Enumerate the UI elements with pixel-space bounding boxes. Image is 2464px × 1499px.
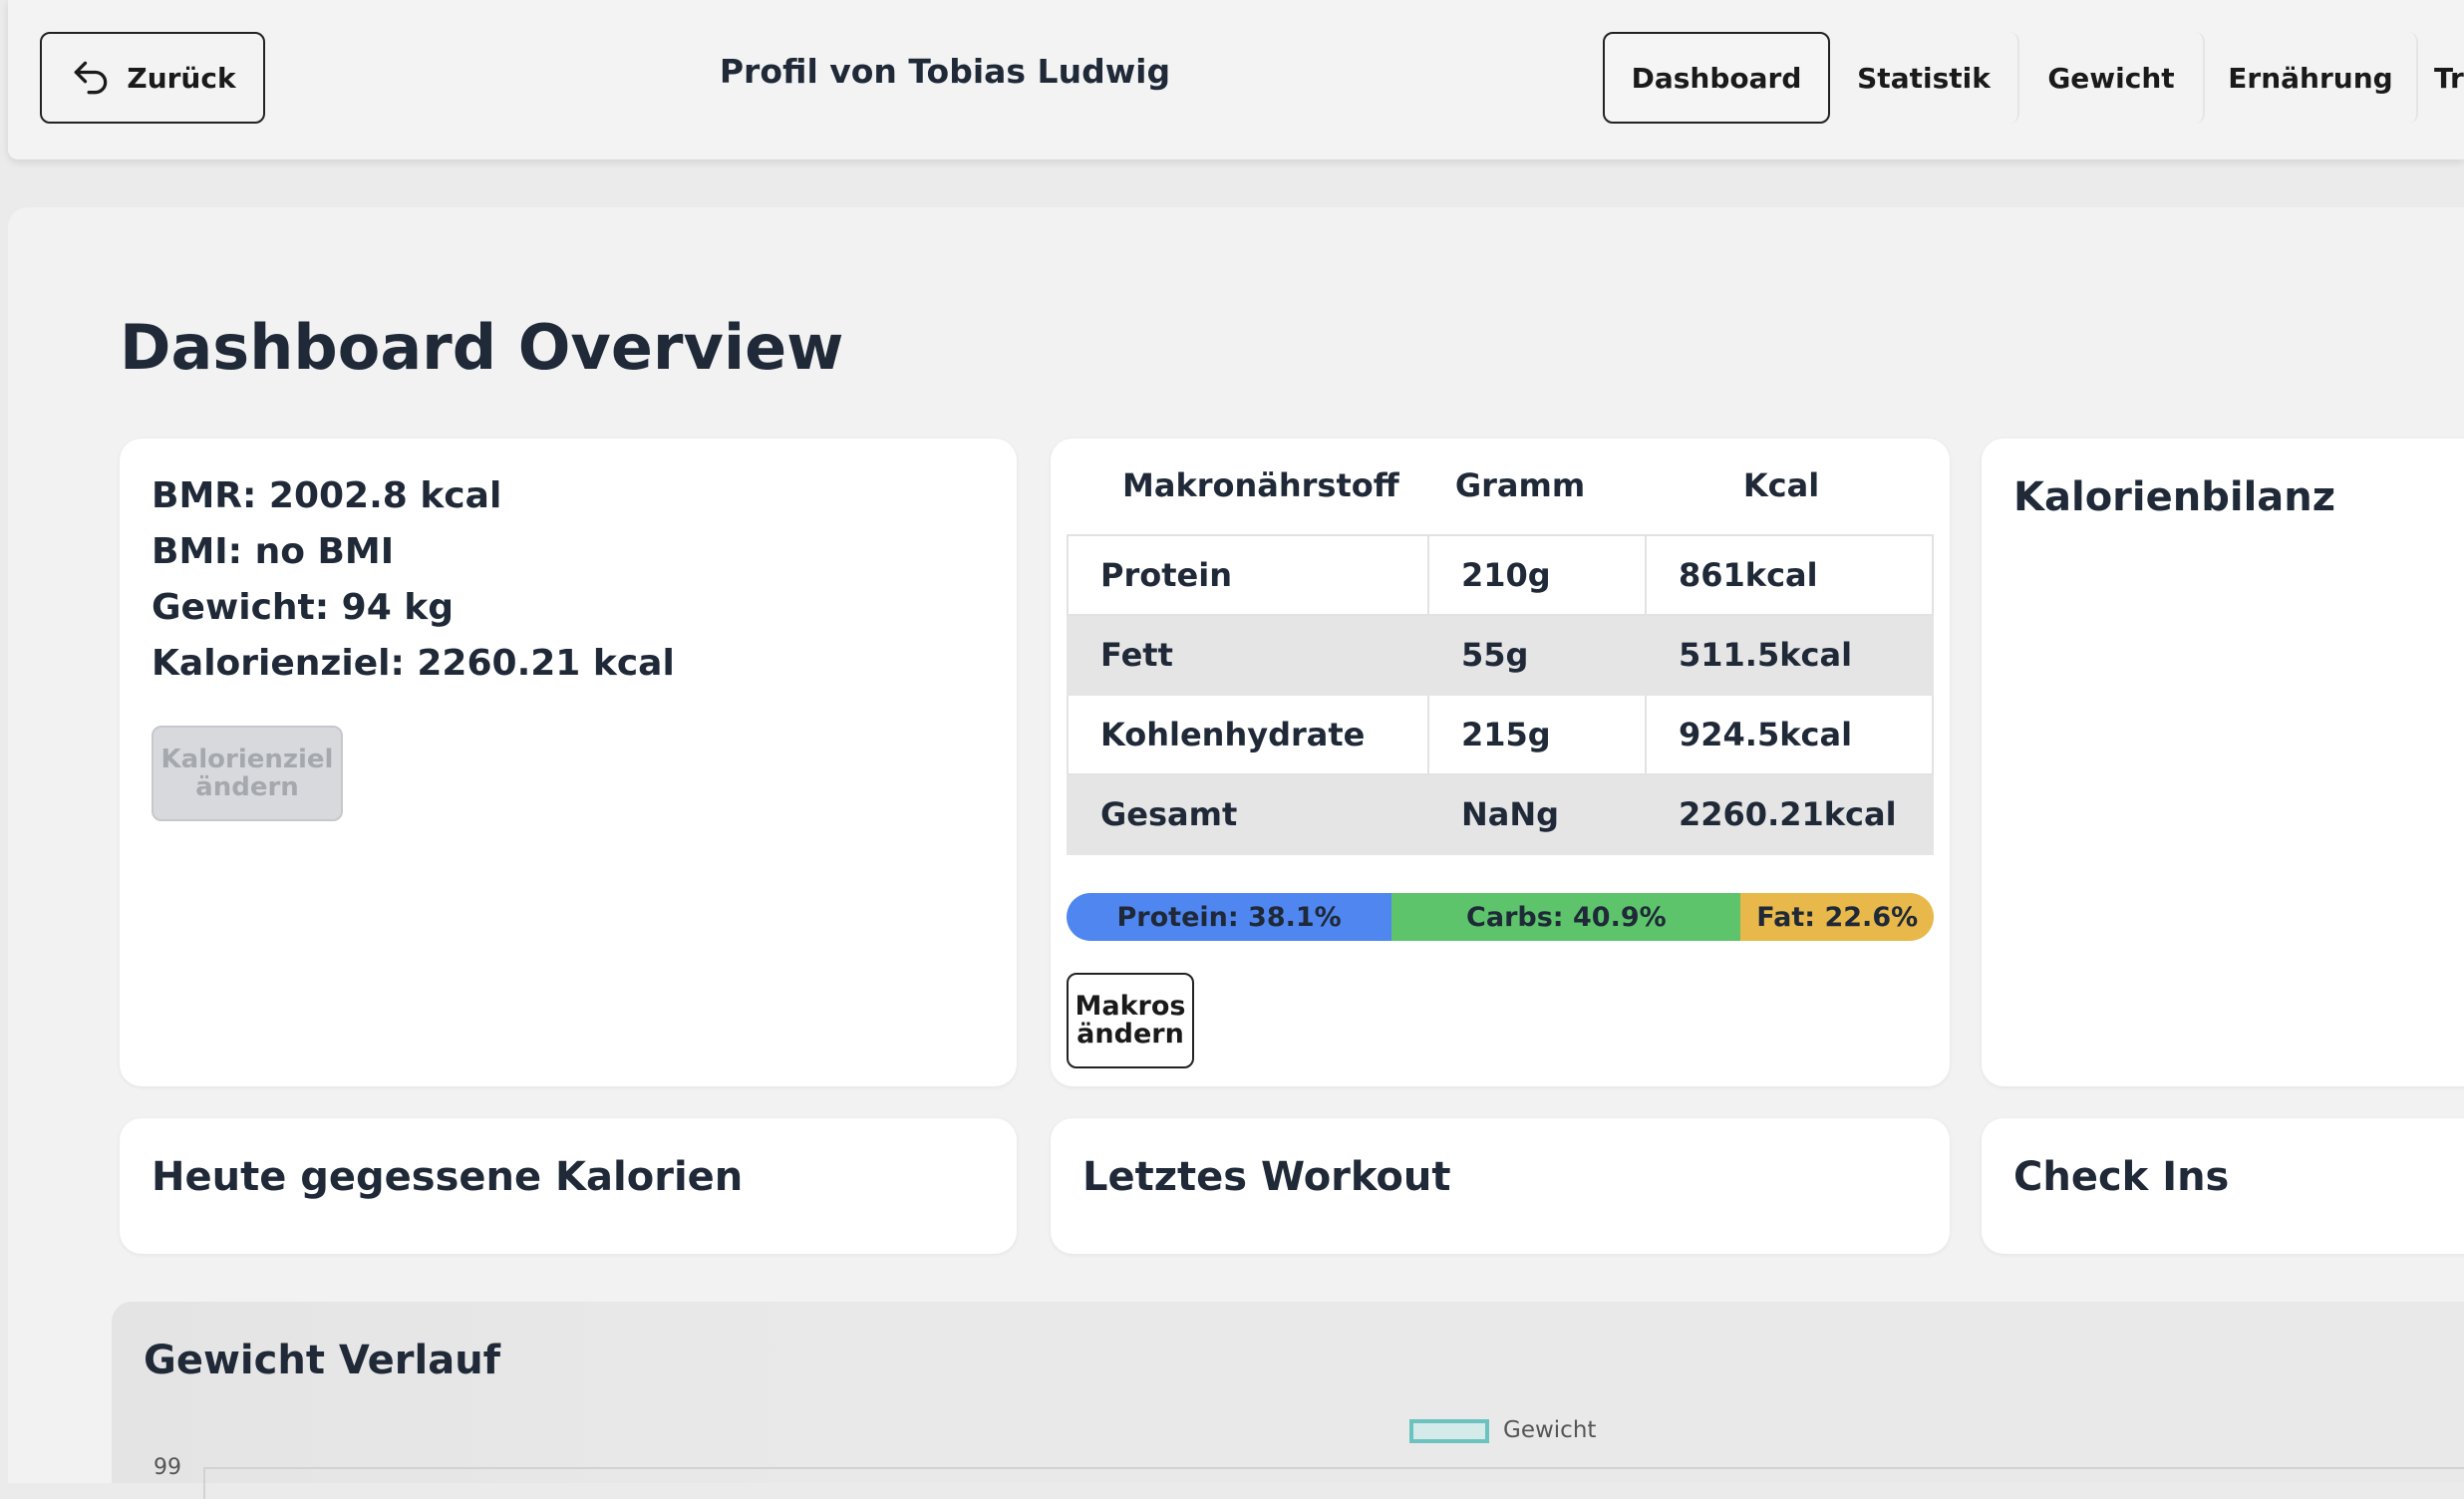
last-workout-card[interactable]: Letztes Workout bbox=[1051, 1118, 1950, 1254]
y-gridline bbox=[203, 1467, 2464, 1469]
macro-name-cell: Kohlenhydrate bbox=[1067, 694, 1429, 775]
tab-gewicht[interactable]: Gewicht bbox=[2019, 32, 2205, 124]
change-calorie-goal-label-2: ändern bbox=[195, 772, 299, 802]
macro-gramm-cell: 210g bbox=[1427, 534, 1647, 616]
check-ins-title: Check Ins bbox=[2013, 1154, 2230, 1200]
back-arrow-icon bbox=[75, 61, 108, 95]
table-row: Fett 55g 511.5kcal bbox=[1067, 614, 1934, 696]
carbs-segment: Carbs: 40.9% bbox=[1391, 893, 1741, 941]
fat-segment: Fat: 22.6% bbox=[1740, 893, 1934, 941]
today-calories-title: Heute gegessene Kalorien bbox=[152, 1154, 744, 1200]
page-title: Dashboard Overview bbox=[120, 311, 844, 384]
weight-chart-title: Gewicht Verlauf bbox=[144, 1338, 501, 1383]
change-macros-label-1: Makros bbox=[1075, 991, 1186, 1022]
stats-card: BMR: 2002.8 kcal BMI: no BMI Gewicht: 94… bbox=[120, 439, 1017, 1086]
tab-ernaehrung[interactable]: Ernährung bbox=[2205, 32, 2418, 124]
macro-card: Makronährstoff Gramm Kcal Protein 210g 8… bbox=[1051, 439, 1950, 1086]
change-calorie-goal-button[interactable]: Kalorienziel ändern bbox=[152, 726, 343, 821]
macro-gramm-cell: NaNg bbox=[1427, 773, 1647, 855]
profile-title: Profil von Tobias Ludwig bbox=[719, 52, 1171, 91]
table-row: Gesamt NaNg 2260.21kcal bbox=[1067, 773, 1934, 855]
change-calorie-goal-label-1: Kalorienziel bbox=[160, 745, 334, 774]
check-ins-card[interactable]: Check Ins bbox=[1982, 1118, 2464, 1254]
macro-name-cell: Gesamt bbox=[1067, 773, 1429, 855]
macro-name-cell: Protein bbox=[1067, 534, 1429, 616]
macro-kcal-cell: 924.5kcal bbox=[1645, 694, 1934, 775]
calorie-balance-card: Kalorienbilanz bbox=[1982, 439, 2464, 1086]
macro-kcal-cell: 861kcal bbox=[1645, 534, 1934, 616]
macro-header-gramm: Gramm bbox=[1454, 466, 1586, 504]
protein-segment: Protein: 38.1% bbox=[1067, 893, 1392, 941]
bmi-value: BMI: no BMI bbox=[152, 531, 395, 572]
y-tick-label: 99 bbox=[154, 1455, 181, 1480]
table-row: Protein 210g 861kcal bbox=[1067, 534, 1934, 616]
calorie-balance-title: Kalorienbilanz bbox=[2013, 474, 2336, 520]
last-workout-title: Letztes Workout bbox=[1082, 1154, 1451, 1200]
tab-statistik[interactable]: Statistik bbox=[1830, 32, 2019, 124]
today-calories-card[interactable]: Heute gegessene Kalorien bbox=[120, 1118, 1017, 1254]
macro-gramm-cell: 55g bbox=[1427, 614, 1647, 696]
macro-gramm-cell: 215g bbox=[1427, 694, 1647, 775]
calorie-goal-value: Kalorienziel: 2260.21 kcal bbox=[152, 643, 675, 684]
macro-distribution-bar: Protein: 38.1% Carbs: 40.9% Fat: 22.6% bbox=[1067, 893, 1934, 941]
legend-swatch[interactable] bbox=[1409, 1419, 1489, 1443]
tab-dashboard[interactable]: Dashboard bbox=[1603, 32, 1830, 124]
macro-header-kcal: Kcal bbox=[1742, 466, 1820, 504]
macro-kcal-cell: 511.5kcal bbox=[1645, 614, 1934, 696]
macro-table: Protein 210g 861kcal Fett 55g 511.5kcal … bbox=[1067, 534, 1934, 855]
back-button-label: Zurück bbox=[127, 61, 236, 95]
table-row: Kohlenhydrate 215g 924.5kcal bbox=[1067, 694, 1934, 775]
macro-header-name: Makronährstoff bbox=[1122, 466, 1399, 504]
change-macros-label-2: ändern bbox=[1077, 1019, 1184, 1049]
tab-training-partial[interactable]: Tr bbox=[2418, 32, 2464, 124]
back-button[interactable]: Zurück bbox=[40, 32, 265, 124]
top-navigation-bar: Zurück Profil von Tobias Ludwig Dashboar… bbox=[8, 0, 2464, 159]
macro-name-cell: Fett bbox=[1067, 614, 1429, 696]
bmr-value: BMR: 2002.8 kcal bbox=[152, 475, 502, 516]
legend-label[interactable]: Gewicht bbox=[1503, 1417, 1596, 1443]
macro-kcal-cell: 2260.21kcal bbox=[1645, 773, 1934, 855]
weight-chart-card: Gewicht Verlauf Gewicht 99 bbox=[112, 1302, 2464, 1499]
change-macros-button[interactable]: Makros ändern bbox=[1067, 973, 1194, 1068]
weight-value: Gewicht: 94 kg bbox=[152, 587, 455, 628]
y-axis-line bbox=[203, 1469, 205, 1499]
